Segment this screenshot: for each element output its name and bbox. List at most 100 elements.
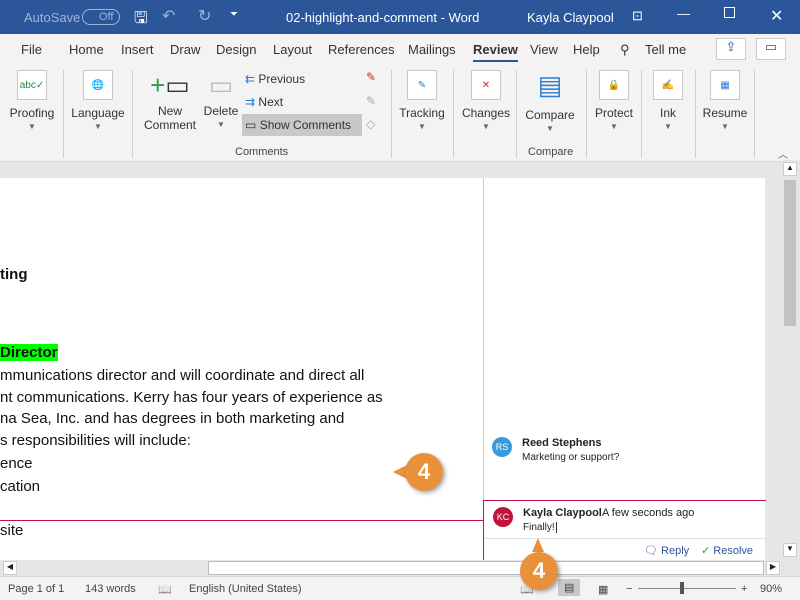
language-icon: 🌐: [83, 70, 113, 100]
previous-icon: ⇇: [245, 72, 256, 86]
resolve-button[interactable]: ✓ Resolve: [701, 544, 753, 557]
previous-comment-button[interactable]: ⇇ Previous: [245, 72, 305, 86]
scroll-thumb[interactable]: [208, 561, 764, 575]
undo-icon[interactable]: ↶: [162, 6, 175, 26]
ink-button[interactable]: ✍ Ink ▼: [648, 70, 688, 131]
ribbon-display-icon[interactable]: ⊡: [632, 8, 643, 24]
tab-references[interactable]: References: [328, 42, 394, 57]
tracking-icon: ✎: [407, 70, 437, 100]
zoom-out-icon[interactable]: −: [626, 583, 632, 595]
comments-button[interactable]: ▭: [756, 38, 786, 60]
comment-input[interactable]: Finally!: [523, 522, 557, 533]
tab-mailings[interactable]: Mailings: [408, 42, 456, 57]
doc-line: nt communications. Kerry has four years …: [0, 389, 383, 406]
ribbon-tabs: File Home Insert Draw Design Layout Refe…: [0, 34, 800, 66]
reply-button[interactable]: 🗨 Reply: [644, 544, 689, 557]
language-button[interactable]: 🌐 Language ▼: [68, 70, 128, 131]
zoom-in-icon[interactable]: +: [741, 583, 747, 595]
protect-label: Protect: [594, 106, 633, 120]
proofing-status-icon[interactable]: 📖: [158, 583, 172, 596]
dropdown-caret: ▼: [546, 124, 554, 133]
tab-draw[interactable]: Draw: [170, 42, 200, 57]
print-layout-icon[interactable]: ▤: [558, 579, 581, 596]
minimize-icon[interactable]: —: [677, 6, 690, 21]
divider: [63, 70, 64, 158]
tell-me-search[interactable]: Tell me: [645, 42, 686, 57]
comment-kayla[interactable]: KC Kayla Claypool A few seconds ago Fina…: [483, 500, 767, 560]
scroll-up-icon[interactable]: ▲: [783, 162, 797, 176]
title-bar: AutoSave Off 🖫 ↶ ↻ ⏷ 02-highlight-and-co…: [0, 0, 800, 34]
tab-help[interactable]: Help: [573, 42, 600, 57]
divider: [516, 70, 517, 158]
compare-button[interactable]: ▤ Compare ▼: [522, 70, 578, 133]
word-count[interactable]: 143 words: [85, 583, 136, 595]
comment-author: Kayla Claypool: [523, 507, 602, 519]
proofing-button[interactable]: abc✓ Proofing ▼: [6, 70, 58, 131]
doc-line: mmunications director and will coordinat…: [0, 367, 365, 384]
ribbon: abc✓ Proofing ▼ 🌐 Language ▼ +▭ New Comment ▭ D…: [0, 66, 800, 162]
compare-label: Compare: [525, 108, 575, 122]
customize-qat-icon[interactable]: ⏷: [230, 9, 238, 20]
next-label: Next: [258, 95, 284, 109]
vertical-scrollbar[interactable]: ▲ ▼: [782, 160, 798, 560]
scroll-thumb[interactable]: [784, 180, 796, 326]
reply-label: Reply: [661, 545, 690, 557]
user-name[interactable]: Kayla Claypool: [527, 10, 614, 25]
scroll-down-icon[interactable]: ▼: [783, 543, 797, 557]
page-count[interactable]: Page 1 of 1: [8, 583, 64, 595]
next-icon: ⇉: [245, 95, 256, 109]
comment-text: Marketing or support?: [522, 452, 620, 463]
lock-icon: 🔒: [599, 70, 629, 100]
delete-label: Delete: [203, 104, 239, 118]
eraser-icon[interactable]: ◇: [366, 117, 375, 131]
avatar: KC: [493, 507, 513, 527]
tab-home[interactable]: Home: [69, 42, 104, 57]
zoom-slider[interactable]: [638, 588, 736, 589]
protect-button[interactable]: 🔒 Protect ▼: [591, 70, 637, 131]
horizontal-scrollbar[interactable]: ◀ ▶: [0, 560, 782, 576]
ink-comment-icon[interactable]: ✎: [366, 70, 376, 84]
tab-file[interactable]: File: [21, 42, 42, 57]
show-comments-button[interactable]: ▭ Show Comments: [242, 114, 362, 136]
tab-insert[interactable]: Insert: [121, 42, 154, 57]
comment-author: Reed Stephens: [522, 437, 602, 449]
close-icon[interactable]: ✕: [770, 6, 783, 26]
scroll-right-icon[interactable]: ▶: [766, 561, 780, 575]
spelling-icon: abc✓: [17, 70, 47, 100]
language-status[interactable]: English (United States): [189, 583, 302, 595]
compare-icon: ▤: [537, 70, 563, 100]
save-icon[interactable]: 🖫: [134, 7, 148, 34]
dropdown-caret: ▼: [664, 122, 672, 131]
web-layout-icon[interactable]: ▦: [598, 583, 608, 596]
scroll-left-icon[interactable]: ◀: [3, 561, 17, 575]
new-comment-button[interactable]: +▭ New Comment: [140, 70, 200, 132]
tab-layout[interactable]: Layout: [273, 42, 312, 57]
step-callout: 4: [520, 552, 558, 590]
tab-view[interactable]: View: [530, 42, 558, 57]
delete-comment-button[interactable]: ▭ Delete ▼: [202, 70, 240, 129]
search-icon[interactable]: ⚲: [620, 42, 630, 58]
changes-icon: ✕: [471, 70, 501, 100]
divider: [695, 70, 696, 158]
tab-review[interactable]: Review: [473, 42, 518, 62]
next-comment-button[interactable]: ⇉ Next: [245, 95, 283, 109]
zoom-level[interactable]: 90%: [760, 583, 782, 595]
divider: [586, 70, 587, 158]
autosave-toggle[interactable]: Off: [82, 9, 121, 25]
tracking-button[interactable]: ✎ Tracking ▼: [396, 70, 448, 131]
language-label: Language: [71, 106, 125, 120]
comment-reed[interactable]: RS Reed Stephens Marketing or support?: [484, 428, 766, 488]
dropdown-caret: ▼: [28, 122, 36, 131]
changes-button[interactable]: ✕ Changes ▼: [458, 70, 514, 131]
ink-icon: ✍: [653, 70, 683, 100]
redo-icon[interactable]: ↻: [198, 6, 211, 26]
tracking-label: Tracking: [399, 106, 445, 120]
resume-button[interactable]: ▦ Resume ▼: [700, 70, 750, 131]
divider: [484, 538, 767, 539]
zoom-slider-thumb[interactable]: [680, 582, 684, 594]
tab-design[interactable]: Design: [216, 42, 256, 57]
pen-icon[interactable]: ✎: [366, 94, 376, 108]
collapse-ribbon-icon[interactable]: ︿: [778, 146, 788, 161]
share-button[interactable]: ⇪: [716, 38, 746, 60]
maximize-icon[interactable]: [724, 7, 735, 18]
